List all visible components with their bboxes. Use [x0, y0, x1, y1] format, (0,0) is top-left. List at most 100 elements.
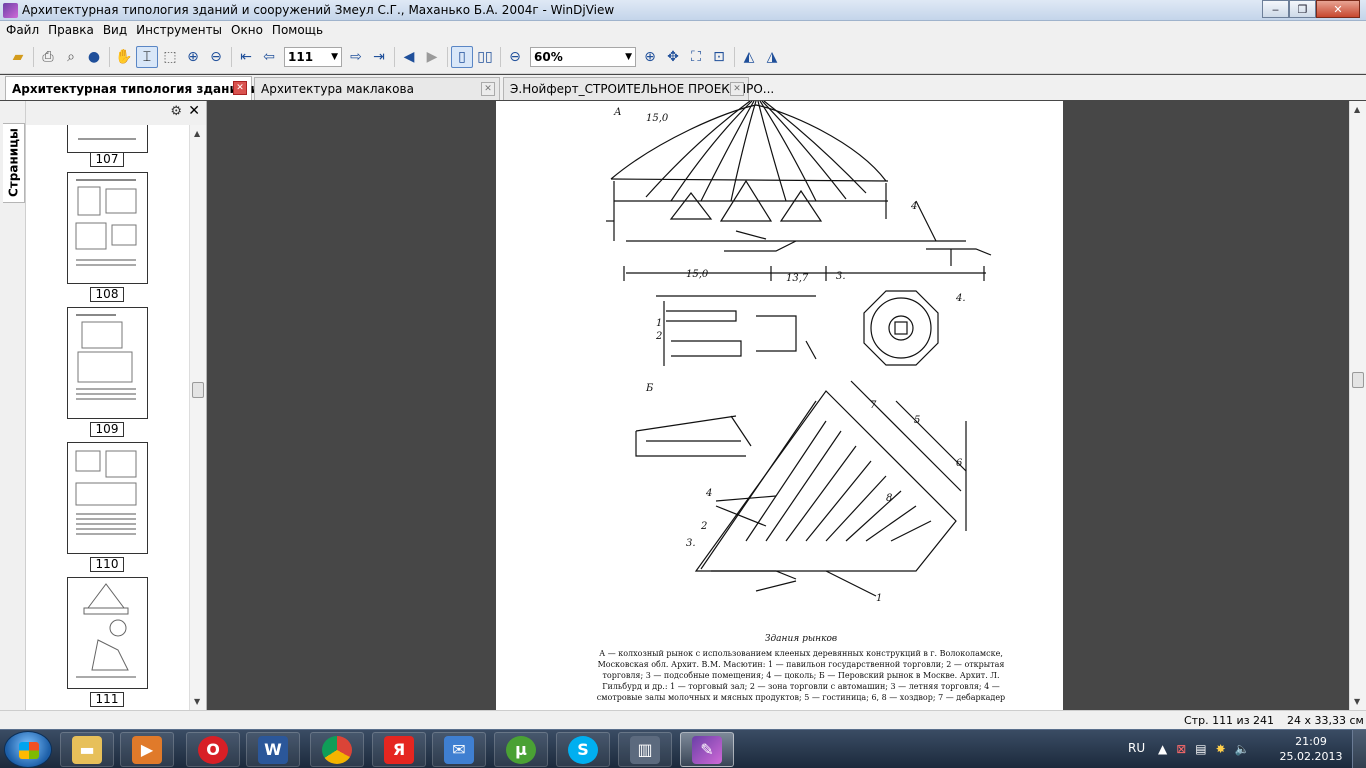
thumbnail-content-icon	[76, 314, 136, 400]
document-scrollbar[interactable]: ▲ ▼	[1349, 101, 1366, 710]
system-tray: ▲ ⊠ ▤ ✸ 🔈	[1158, 742, 1250, 756]
maximize-button[interactable]: ❐	[1289, 0, 1316, 18]
rotate-right-icon[interactable]: ◮	[761, 46, 783, 68]
fit-page-icon[interactable]: ✥	[662, 46, 684, 68]
panel-header: ⚙ ✕	[26, 101, 206, 125]
zoom-out-tool-icon[interactable]: ⊖	[205, 46, 227, 68]
page-thumbnail[interactable]	[67, 577, 148, 689]
menu-view[interactable]: Вид	[101, 21, 134, 41]
menu-file[interactable]: Файл	[4, 21, 46, 41]
chrome-icon	[322, 735, 352, 764]
menu-window[interactable]: Окно	[229, 21, 270, 41]
market-building-drawing: А 15,0 15,0 13,7 3. 4 4. 1 2 Б 7 5 6 8 4…	[606, 101, 992, 604]
callout-label: 2	[655, 331, 662, 342]
open-folder-icon[interactable]: ▰	[7, 46, 29, 68]
show-desktop-button[interactable]	[1352, 730, 1366, 768]
find-icon[interactable]: ⌕	[60, 46, 82, 68]
single-page-layout-icon[interactable]: ▯	[451, 46, 473, 68]
select-text-icon[interactable]: ⌶	[136, 46, 158, 68]
network-icon[interactable]: ⊠	[1176, 742, 1186, 756]
taskbar-archiver[interactable]: ▥	[618, 732, 672, 767]
tab-architectural-typology[interactable]: Архитектурная типология зданий и... ✕	[5, 76, 273, 100]
hand-tool-icon[interactable]: ✋	[113, 46, 135, 68]
fit-width-icon[interactable]: ⛶	[685, 46, 707, 68]
menu-tools[interactable]: Инструменты	[134, 21, 229, 41]
windjview-app-icon[interactable]	[3, 3, 18, 18]
thumbnail-scrollbar[interactable]: ▲ ▼	[189, 125, 206, 710]
scroll-up-icon[interactable]: ▲	[194, 129, 200, 138]
page-number-combo[interactable]: 111 ▼	[284, 47, 342, 67]
page-thumbnail[interactable]	[67, 307, 148, 419]
page-thumbnail[interactable]	[67, 172, 148, 284]
close-panel-icon[interactable]: ✕	[188, 103, 200, 119]
chevron-down-icon[interactable]: ▼	[625, 52, 632, 62]
taskbar-clock[interactable]: 21:09 25.02.2013	[1278, 734, 1344, 764]
menu-bar: Файл Правка Вид Инструменты Окно Помощь	[0, 21, 1366, 41]
close-tab-icon[interactable]: ✕	[730, 82, 744, 96]
gear-icon[interactable]: ⚙	[170, 104, 182, 119]
tab-maklakov[interactable]: Архитектура маклакова ✕	[254, 77, 500, 100]
minimize-button[interactable]: ‒	[1262, 0, 1289, 18]
utorrent-icon: µ	[506, 735, 536, 764]
close-tab-icon[interactable]: ✕	[233, 81, 247, 95]
taskbar-skype[interactable]: S	[556, 732, 610, 767]
start-button[interactable]	[4, 731, 52, 768]
taskbar-windjview[interactable]: ✎	[680, 732, 734, 767]
taskbar-chrome[interactable]	[310, 732, 364, 767]
taskbar-explorer[interactable]: ▬	[60, 732, 114, 767]
zoom-in-icon[interactable]: ⊕	[639, 46, 661, 68]
scrollbar-thumb[interactable]	[1352, 372, 1364, 388]
taskbar-word[interactable]: W	[246, 732, 300, 767]
first-page-icon[interactable]: ⇤	[235, 46, 257, 68]
language-indicator[interactable]: RU	[1128, 741, 1145, 755]
actual-size-icon[interactable]: ⊡	[708, 46, 730, 68]
forward-icon[interactable]: ▶	[421, 46, 443, 68]
rotate-left-icon[interactable]: ◭	[738, 46, 760, 68]
scroll-down-icon[interactable]: ▼	[1354, 697, 1360, 706]
callout-label: 7	[870, 400, 877, 411]
chevron-down-icon[interactable]: ▼	[331, 52, 338, 62]
close-tab-icon[interactable]: ✕	[481, 82, 495, 96]
page-thumbnail[interactable]	[67, 125, 148, 153]
folder-icon: ▬	[72, 735, 102, 764]
taskbar-yandex[interactable]: Я	[372, 732, 426, 767]
taskbar-media-player[interactable]: ▶	[120, 732, 174, 767]
dimension-label: 13,7	[786, 273, 809, 284]
scroll-up-icon[interactable]: ▲	[1354, 105, 1360, 114]
prev-page-icon[interactable]: ⇦	[258, 46, 280, 68]
tray-arrow-icon[interactable]: ▲	[1158, 742, 1167, 756]
zoom-out-icon[interactable]: ⊖	[504, 46, 526, 68]
thumbnail-label: 111	[90, 692, 124, 707]
print-icon[interactable]: ⎙	[37, 46, 59, 68]
page-number-value: 111	[288, 50, 314, 64]
document-view[interactable]: А 15,0 15,0 13,7 3. 4 4. 1 2 Б 7 5 6 8 4…	[210, 101, 1349, 710]
menu-help[interactable]: Помощь	[270, 21, 330, 41]
caption-text: А — колхозный рынок с использованием кле…	[596, 649, 1006, 702]
back-icon[interactable]: ◀	[398, 46, 420, 68]
device-icon[interactable]: ▤	[1195, 742, 1206, 756]
scrollbar-thumb[interactable]	[192, 382, 204, 398]
tab-neufert[interactable]: Э.Нойферт_СТРОИТЕЛЬНОЕ ПРОЕКТИРО... ✕	[503, 77, 774, 100]
volume-icon[interactable]: 🔈	[1235, 742, 1250, 756]
taskbar-utorrent[interactable]: µ	[494, 732, 548, 767]
page-thumbnail[interactable]	[67, 442, 148, 554]
last-page-icon[interactable]: ⇥	[368, 46, 390, 68]
close-button[interactable]: ✕	[1316, 0, 1360, 18]
facing-pages-layout-icon[interactable]: ▯▯	[474, 46, 496, 68]
window-title: Архитектурная типология зданий и сооруже…	[22, 3, 615, 17]
zoom-combo[interactable]: 60% ▼	[530, 47, 636, 67]
toolbar-separator	[109, 47, 110, 67]
taskbar-mail[interactable]: ✉	[432, 732, 486, 767]
next-page-icon[interactable]: ⇨	[345, 46, 367, 68]
toolbar-separator	[734, 47, 735, 67]
scroll-down-icon[interactable]: ▼	[194, 697, 200, 706]
menu-edit[interactable]: Правка	[46, 21, 101, 41]
callout-label: 4	[910, 201, 917, 212]
taskbar-opera[interactable]: O	[186, 732, 240, 767]
dimension-label: 15,0	[646, 113, 669, 124]
zoom-in-tool-icon[interactable]: ⊕	[182, 46, 204, 68]
info-icon[interactable]: ●	[83, 46, 105, 68]
select-rect-icon[interactable]: ⬚	[159, 46, 181, 68]
pages-side-tab[interactable]: Страницы	[3, 123, 25, 203]
notification-icon[interactable]: ✸	[1216, 742, 1226, 756]
